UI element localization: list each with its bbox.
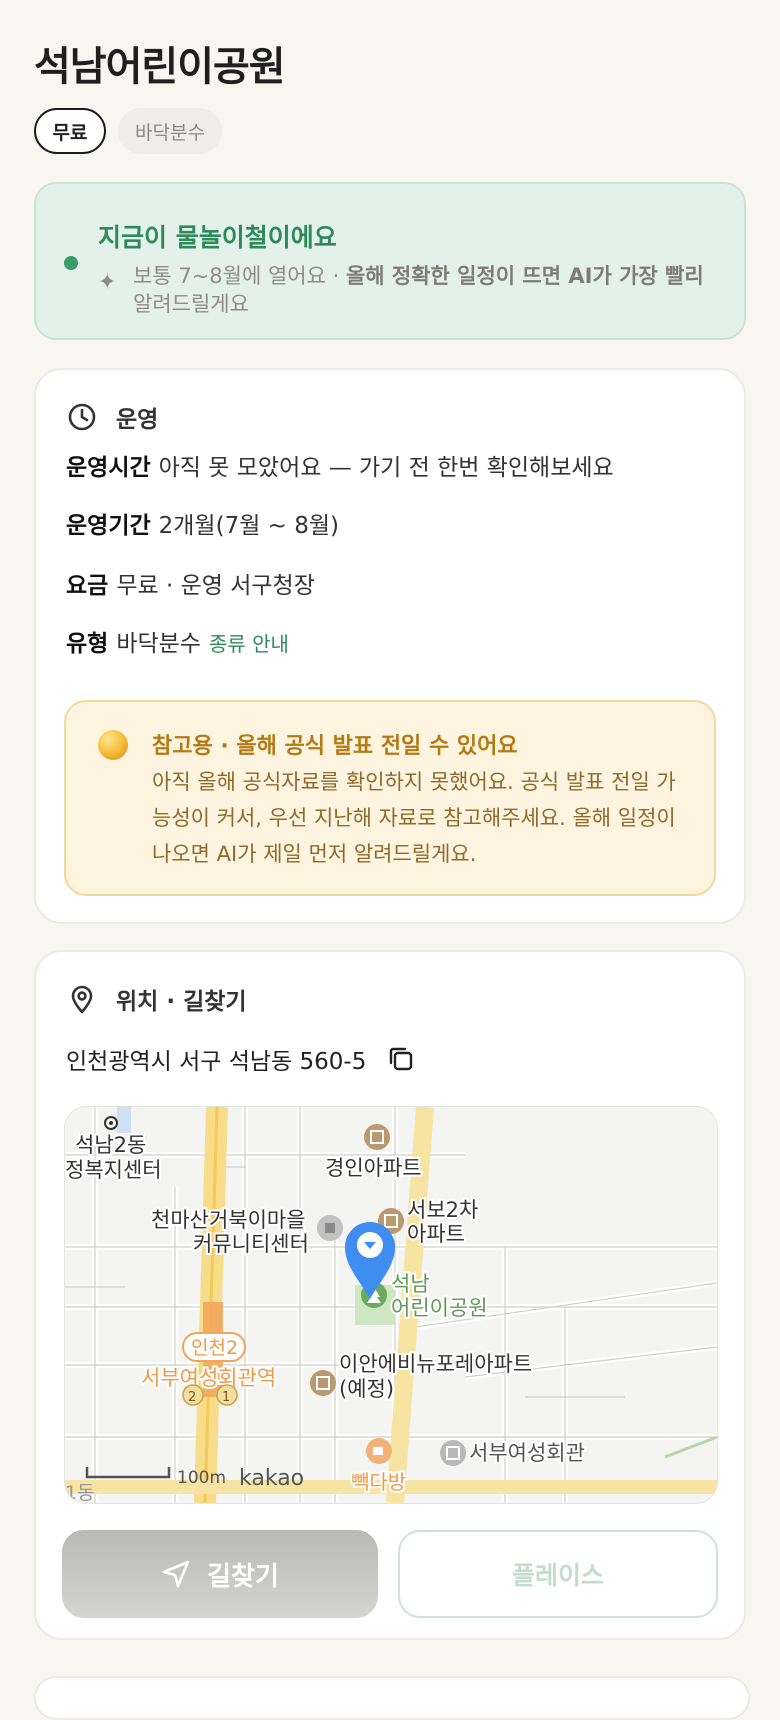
map-label-apt3-2: (예정): [339, 1377, 394, 1401]
coin-icon: [98, 730, 128, 760]
location-title: 위치 · 길찾기: [116, 989, 247, 1015]
row-hours: 운영시간 아직 못 모았어요 — 가기 전 한번 확인해보세요: [66, 448, 614, 482]
operation-title: 운영: [116, 407, 159, 433]
row-fee-value: 무료 · 운영 서구청장: [116, 573, 315, 599]
location-card: 위치 · 길찾기 인천광역시 서구 석남동 560-5 석남2동 정복지센터 경…: [34, 950, 746, 1640]
row-hours-label: 운영시간: [66, 455, 151, 481]
season-note-plain: 보통 7~8월에 열어요 ·: [133, 264, 346, 288]
operation-card: 운영 운영시간 아직 못 모았어요 — 가기 전 한번 확인해보세요 운영기간 2개…: [34, 368, 746, 924]
row-type: 유형 바닥분수 종류 안내: [66, 624, 289, 658]
map-view[interactable]: 석남2동 정복지센터 경인아파트 천마산거북이마을 커뮤니티센터 서보2차 아파…: [64, 1106, 718, 1504]
season-banner: 지금이 물놀이철이에요 ✦ 보통 7~8월에 열어요 · 올해 정확한 일정이 …: [34, 182, 746, 340]
season-headline: 지금이 물놀이철이에요: [98, 223, 337, 252]
sparkle-icon: ✦: [98, 270, 117, 295]
map-label-apt3-1: 이안에비뉴포레아파트: [339, 1352, 532, 1376]
row-fee: 요금 무료 · 운영 서구청장: [66, 566, 315, 600]
operation-header: 운영: [66, 400, 158, 434]
map-label-apt2-1: 서보2차: [407, 1198, 478, 1222]
map-label-dong: 1동: [65, 1482, 95, 1503]
address-text: 인천광역시 서구 석남동 560-5: [66, 1049, 367, 1075]
map-label-community-2: 커뮤니티센터: [193, 1232, 309, 1256]
notice-body: 아직 올해 공식자료를 확인하지 못했어요. 공식 발표 전일 가능성이 커서,…: [152, 770, 676, 866]
map-label-community-1: 천마산거북이마을: [151, 1208, 306, 1232]
route-button[interactable]: 길찾기: [62, 1530, 378, 1618]
address-row: 인천광역시 서구 석남동 560-5: [66, 1042, 416, 1076]
season-note-tail: 알려드릴게요: [133, 292, 249, 316]
clock-icon: [68, 403, 96, 431]
map-label-hall: 서부여성회관: [469, 1441, 585, 1465]
map-scale: 100m: [177, 1468, 226, 1488]
season-note: 보통 7~8월에 열어요 · 올해 정확한 일정이 뜨면 AI가 가장 빨리 알…: [133, 262, 723, 318]
map-label-welfare-2: 정복지센터: [65, 1158, 162, 1182]
next-card: [34, 1676, 750, 1720]
map-brand: kakao: [239, 1466, 304, 1491]
navigation-arrow-icon: [162, 1560, 190, 1588]
row-period-label: 운영기간: [66, 513, 151, 539]
place-button[interactable]: 플레이스: [398, 1530, 718, 1618]
map-pin-icon: [71, 985, 93, 1014]
page-title: 석남어린이공원: [34, 44, 286, 90]
map-label-exit2: 2: [188, 1390, 196, 1405]
copy-icon[interactable]: [386, 1044, 416, 1074]
type-guide-link[interactable]: 종류 안내: [209, 632, 289, 656]
row-type-label: 유형: [66, 631, 109, 657]
chip-fountain-type[interactable]: 바닥분수: [118, 108, 222, 154]
map-label-apt1: 경인아파트: [325, 1156, 422, 1180]
map-label-park-1: 석남: [391, 1272, 430, 1296]
row-fee-label: 요금: [66, 573, 109, 599]
map-label-exit1: 1: [222, 1390, 230, 1405]
notice-title: 참고용 · 올해 공식 발표 전일 수 있어요: [152, 734, 518, 759]
season-note-bold: 올해 정확한 일정이 뜨면 AI가 가장 빨리: [345, 264, 704, 288]
row-hours-value: 아직 못 모았어요 — 가기 전 한번 확인해보세요: [158, 455, 614, 481]
row-period-value: 2개월(7월 ~ 8월): [158, 513, 340, 539]
map-label-station: 서부여성회관역: [141, 1366, 276, 1390]
row-period: 운영기간 2개월(7월 ~ 8월): [66, 506, 339, 540]
map-label-line-badge: 인천2: [191, 1337, 238, 1359]
map-label-cafe: 빽다방: [351, 1470, 406, 1494]
route-button-label: 길찾기: [207, 1561, 279, 1592]
chip-free[interactable]: 무료: [34, 108, 106, 154]
status-dot-icon: [64, 256, 78, 270]
map-label-apt2-2: 아파트: [407, 1222, 465, 1246]
reference-notice: 참고용 · 올해 공식 발표 전일 수 있어요 아직 올해 공식자료를 확인하지…: [64, 700, 716, 896]
map-label-park-2: 어린이공원: [391, 1296, 488, 1320]
row-type-value: 바닥분수: [116, 631, 201, 657]
map-label-welfare-1: 석남2동: [75, 1133, 146, 1157]
location-header: 위치 · 길찾기: [66, 982, 247, 1016]
